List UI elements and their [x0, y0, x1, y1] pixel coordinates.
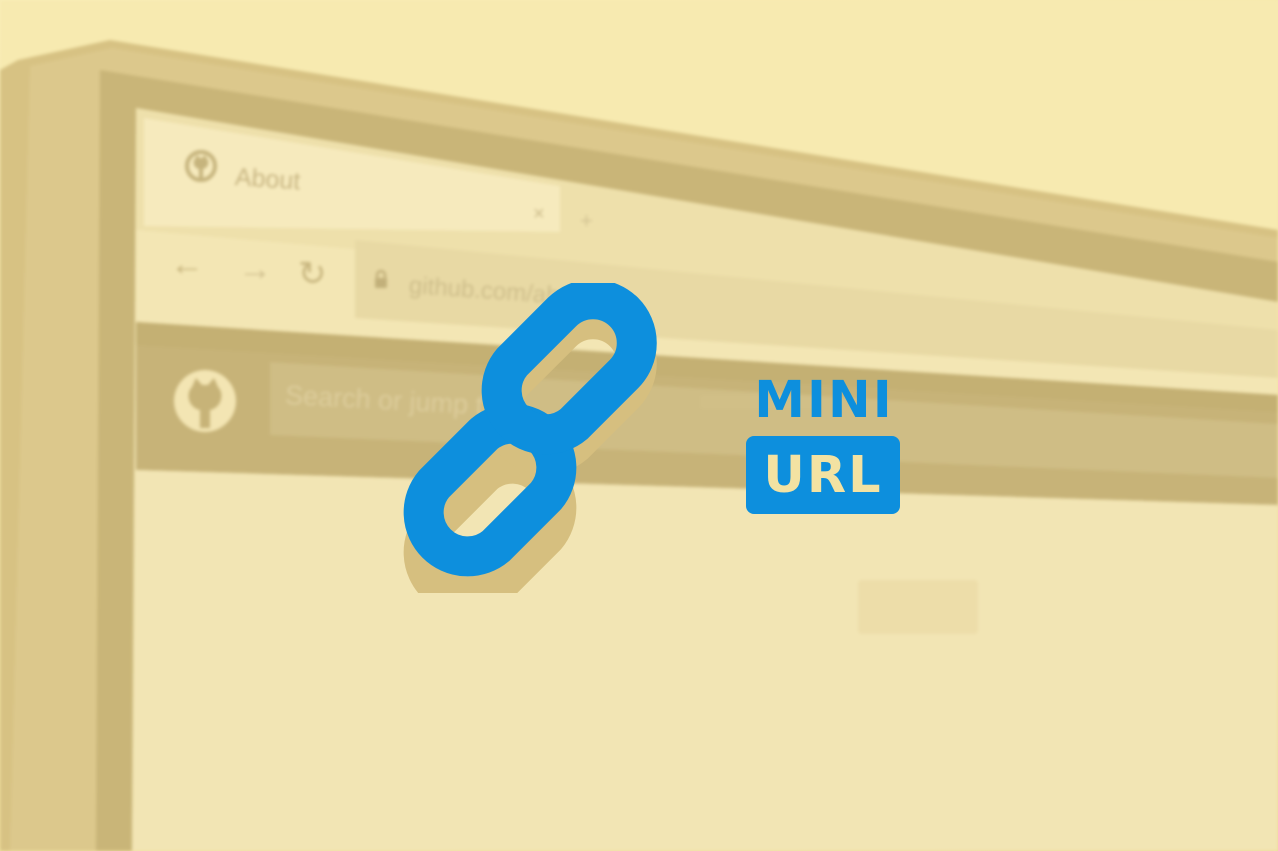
- chain-link-icon: [403, 283, 657, 593]
- mini-url-logo: MINI URL: [0, 0, 1278, 851]
- logo-url-badge: URL: [746, 436, 900, 514]
- wordmark: MINI URL: [746, 372, 902, 514]
- logo-word-url: URL: [763, 445, 883, 505]
- logo-word-mini: MINI: [754, 371, 894, 430]
